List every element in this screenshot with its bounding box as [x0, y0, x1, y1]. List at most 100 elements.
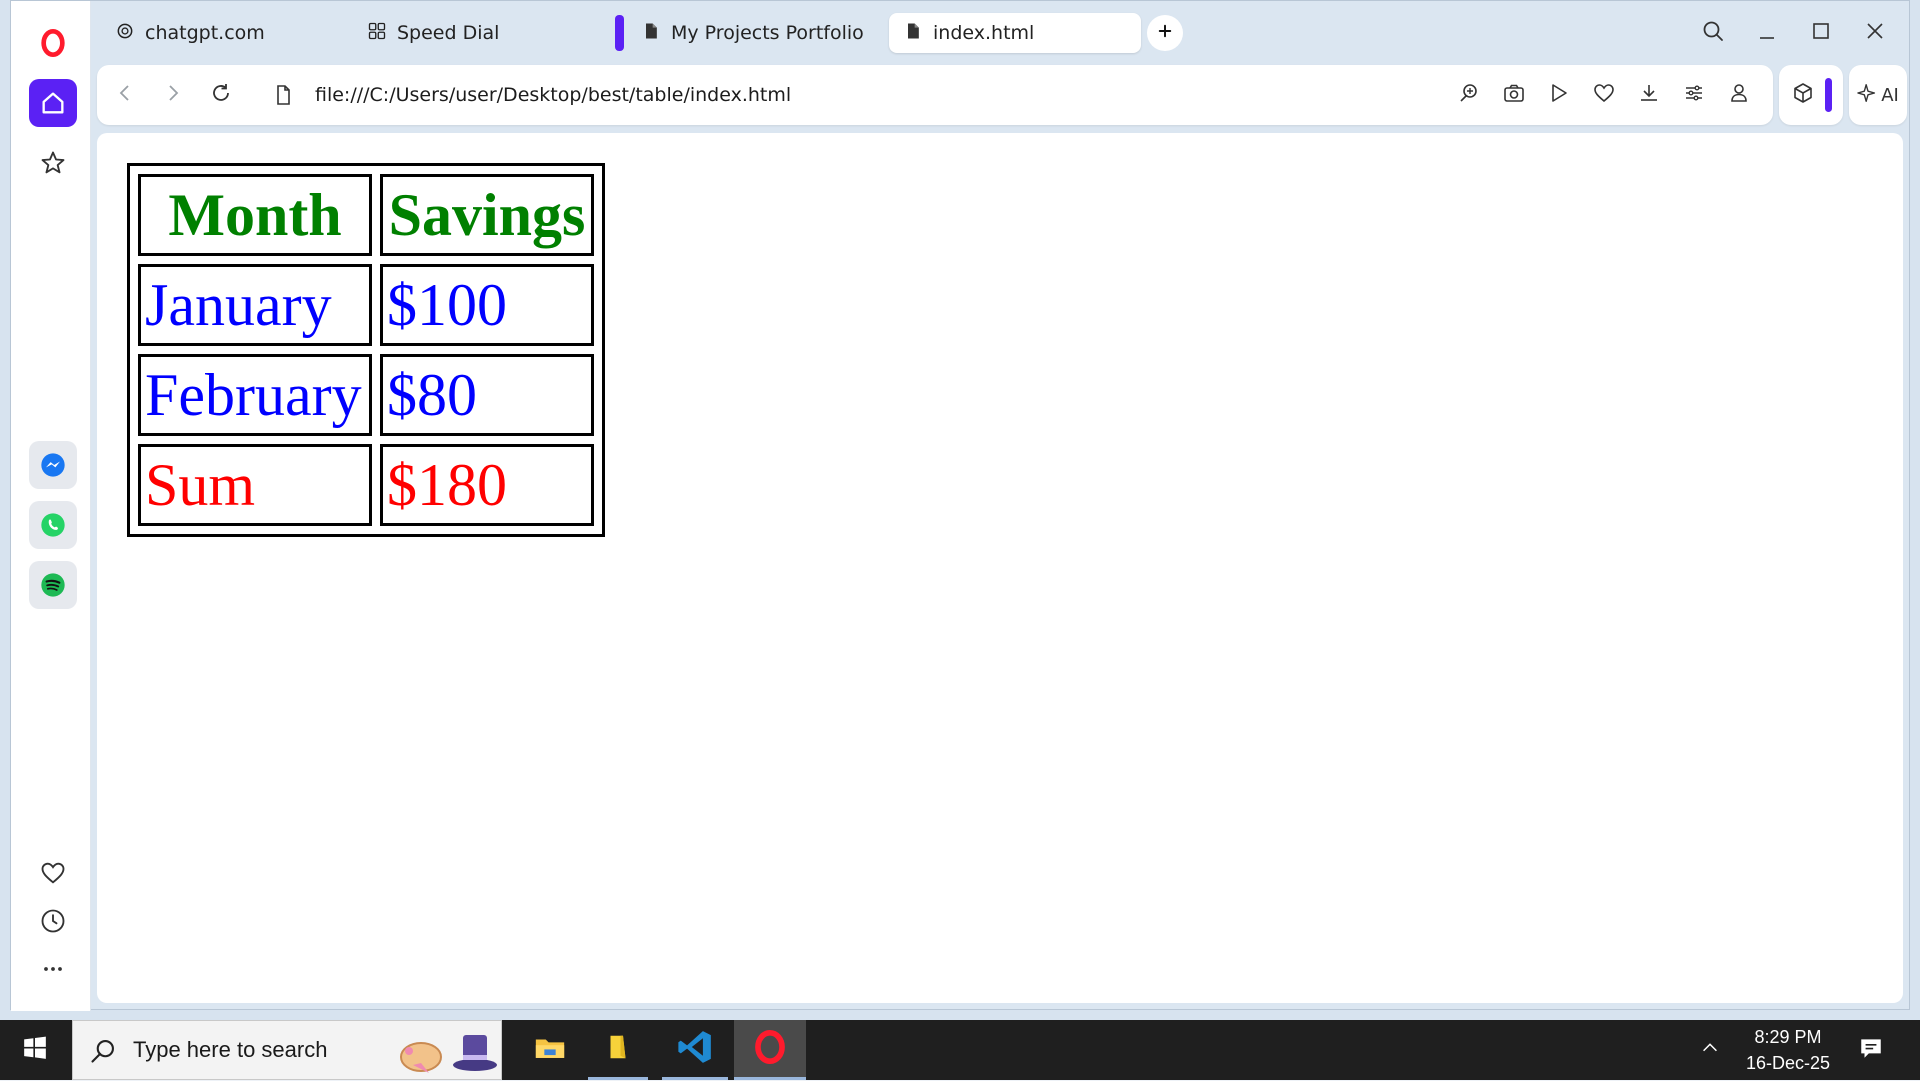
table-row: February $80	[138, 354, 594, 436]
url-field[interactable]: file:///C:/Users/user/Desktop/best/table…	[315, 79, 791, 111]
document-icon	[903, 21, 923, 46]
zoom-button[interactable]	[1455, 81, 1483, 109]
heart-icon[interactable]	[29, 849, 77, 897]
sticky-notes-button[interactable]	[588, 1020, 648, 1080]
column-header-savings: Savings	[380, 174, 594, 256]
table-row: January $100	[138, 264, 594, 346]
history-icon[interactable]	[29, 897, 77, 945]
spotify-icon[interactable]	[29, 561, 77, 609]
user-icon	[1727, 81, 1751, 109]
tab-my-projects-portfolio[interactable]: My Projects Portfolio	[627, 13, 889, 53]
more-icon[interactable]	[29, 945, 77, 993]
table-cell-savings: $180	[380, 444, 594, 526]
notification-center-button[interactable]	[1846, 1020, 1896, 1080]
minimize-button[interactable]	[1749, 15, 1785, 51]
downloads-button[interactable]	[1635, 81, 1663, 109]
note-icon	[603, 1032, 633, 1066]
whatsapp-icon[interactable]	[29, 501, 77, 549]
start-button[interactable]	[0, 1020, 70, 1080]
tab-island-marker	[615, 15, 624, 51]
chevron-up-icon	[1699, 1037, 1721, 1063]
file-explorer-button[interactable]	[520, 1020, 580, 1080]
forward-button[interactable]	[159, 81, 187, 109]
minimize-icon	[1755, 19, 1779, 47]
maximize-icon	[1809, 19, 1833, 47]
sparkle-icon	[1857, 82, 1879, 108]
clock-time: 8:29 PM	[1754, 1027, 1822, 1047]
aria-ai-button[interactable]: AI	[1849, 65, 1907, 125]
extensions-button[interactable]	[1791, 81, 1815, 109]
download-icon	[1637, 81, 1661, 109]
table-header-row: Month Savings	[138, 174, 594, 256]
extensions-box	[1779, 65, 1843, 125]
messenger-icon[interactable]	[29, 441, 77, 489]
close-icon	[1863, 19, 1887, 47]
heart-icon	[1592, 81, 1616, 109]
document-icon	[641, 21, 661, 46]
star-icon[interactable]	[29, 139, 77, 187]
send-icon	[1547, 81, 1571, 109]
tab-label: Speed Dial	[397, 22, 500, 44]
home-icon[interactable]	[29, 79, 77, 127]
back-button[interactable]	[111, 81, 139, 109]
table-cell-savings: $100	[380, 264, 594, 346]
table-cell-month: Sum	[138, 444, 372, 526]
camera-icon	[1502, 81, 1526, 109]
snapshot-button[interactable]	[1500, 81, 1528, 109]
address-bar: file:///C:/Users/user/Desktop/best/table…	[97, 65, 1773, 125]
new-tab-button[interactable]	[1147, 15, 1183, 51]
opera-logo-icon[interactable]	[29, 19, 77, 67]
folder-icon	[533, 1031, 567, 1069]
file-icon	[269, 81, 297, 109]
vscode-button[interactable]	[662, 1020, 728, 1080]
cube-icon	[1791, 83, 1815, 109]
zoom-icon	[1457, 81, 1481, 109]
windows-icon	[22, 1035, 48, 1065]
notification-icon	[1858, 1035, 1884, 1065]
tab-bar: chatgpt.com Speed Dial My Projects Portf…	[91, 1, 1911, 65]
tab-search-button[interactable]	[1695, 15, 1731, 51]
savings-table: Month Savings January $100 February $80 …	[127, 163, 605, 537]
tab-label: chatgpt.com	[145, 22, 265, 44]
ai-label: AI	[1881, 84, 1899, 106]
vscode-icon	[676, 1028, 714, 1070]
taskbar-search-box[interactable]: Type here to search	[72, 1020, 502, 1080]
taskbar: Type here to search 8:29 PM 16-Dec-25	[0, 1020, 1920, 1080]
opera-icon	[753, 1029, 787, 1068]
clock-date: 16-Dec-25	[1745, 1053, 1831, 1073]
hat-doodle-icon	[391, 1027, 501, 1081]
tab-speed-dial[interactable]: Speed Dial	[353, 13, 603, 53]
tab-chatgpt[interactable]: chatgpt.com	[101, 13, 351, 53]
tab-label: index.html	[933, 22, 1035, 44]
taskbar-clock[interactable]: 8:29 PM 16-Dec-25	[1720, 1020, 1856, 1080]
table-cell-month: January	[138, 264, 372, 346]
page-content: Month Savings January $100 February $80 …	[97, 133, 1903, 1003]
profile-button[interactable]	[1725, 81, 1753, 109]
search-icon	[1701, 19, 1725, 47]
plus-icon	[1156, 22, 1174, 44]
chevron-left-icon	[113, 81, 137, 109]
opera-taskbar-button[interactable]	[734, 1020, 806, 1080]
sidebar	[11, 1, 91, 1011]
table-row-sum: Sum $180	[138, 444, 594, 526]
close-window-button[interactable]	[1857, 15, 1893, 51]
column-header-month: Month	[138, 174, 372, 256]
easy-setup-button[interactable]	[1680, 81, 1708, 109]
settings-sliders-icon	[1682, 81, 1706, 109]
sidebar-toggle-marker[interactable]	[1824, 78, 1832, 112]
search-icon	[89, 1037, 117, 1069]
table-cell-month: February	[138, 354, 372, 436]
openai-icon	[115, 21, 135, 46]
reload-icon	[209, 81, 233, 109]
search-placeholder: Type here to search	[133, 1037, 328, 1062]
table-cell-savings: $80	[380, 354, 594, 436]
bookmark-button[interactable]	[1590, 81, 1618, 109]
grid-icon	[367, 21, 387, 46]
browser-window: chatgpt.com Speed Dial My Projects Portf…	[10, 0, 1911, 1011]
tab-label: My Projects Portfolio	[671, 22, 864, 44]
tab-index-html[interactable]: index.html	[889, 13, 1141, 53]
chevron-right-icon	[161, 81, 185, 109]
maximize-button[interactable]	[1803, 15, 1839, 51]
flow-button[interactable]	[1545, 81, 1573, 109]
reload-button[interactable]	[207, 81, 235, 109]
